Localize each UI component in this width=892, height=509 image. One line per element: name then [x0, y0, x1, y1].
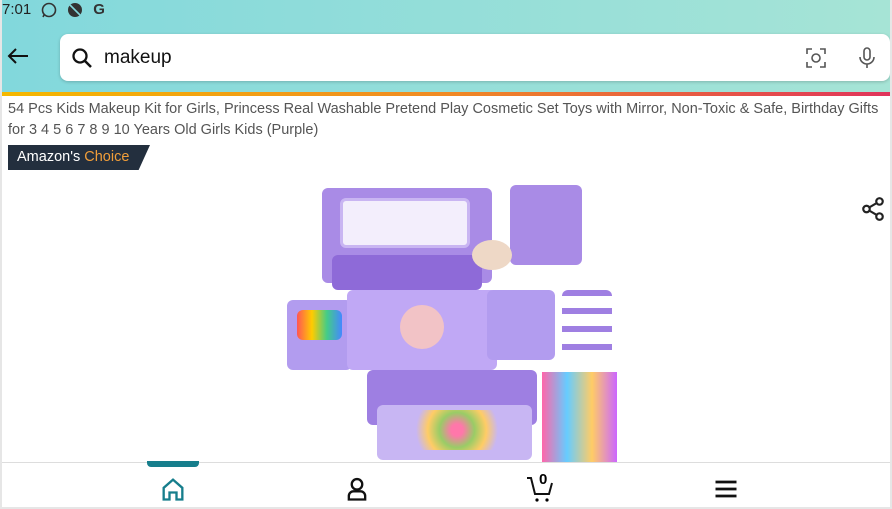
blocked-icon: [68, 2, 83, 17]
cart-button[interactable]: 0: [526, 471, 560, 503]
google-icon: G: [93, 1, 105, 18]
amazons-choice-badge: Amazon's Choice: [8, 145, 150, 170]
menu-icon[interactable]: [712, 475, 740, 503]
cart-count: 0: [539, 471, 548, 488]
microphone-icon[interactable]: [855, 46, 879, 70]
active-tab-indicator: [147, 461, 199, 467]
whatsapp-icon: [41, 2, 57, 17]
account-icon[interactable]: [343, 475, 371, 503]
camera-scan-icon[interactable]: [804, 46, 828, 70]
header-accent-bar: [2, 92, 890, 96]
bottom-nav: 0: [2, 462, 890, 507]
app-frame: 7:01 G 54 Pcs Kids Makeup Kit for Girls,…: [2, 0, 890, 507]
status-bar: 7:01 G: [2, 1, 105, 18]
status-time: 7:01: [2, 1, 32, 18]
home-icon[interactable]: [159, 475, 187, 503]
search-input[interactable]: [104, 46, 704, 69]
badge-highlight: Choice: [84, 149, 130, 165]
search-icon[interactable]: [70, 46, 94, 70]
back-arrow-icon[interactable]: [6, 44, 30, 68]
product-title: 54 Pcs Kids Makeup Kit for Girls, Prince…: [8, 101, 879, 138]
product-image[interactable]: [282, 180, 622, 462]
badge-prefix: Amazon's: [17, 149, 81, 165]
share-icon[interactable]: [860, 196, 886, 222]
header: 7:01 G: [2, 0, 890, 92]
search-bar[interactable]: [60, 34, 890, 81]
